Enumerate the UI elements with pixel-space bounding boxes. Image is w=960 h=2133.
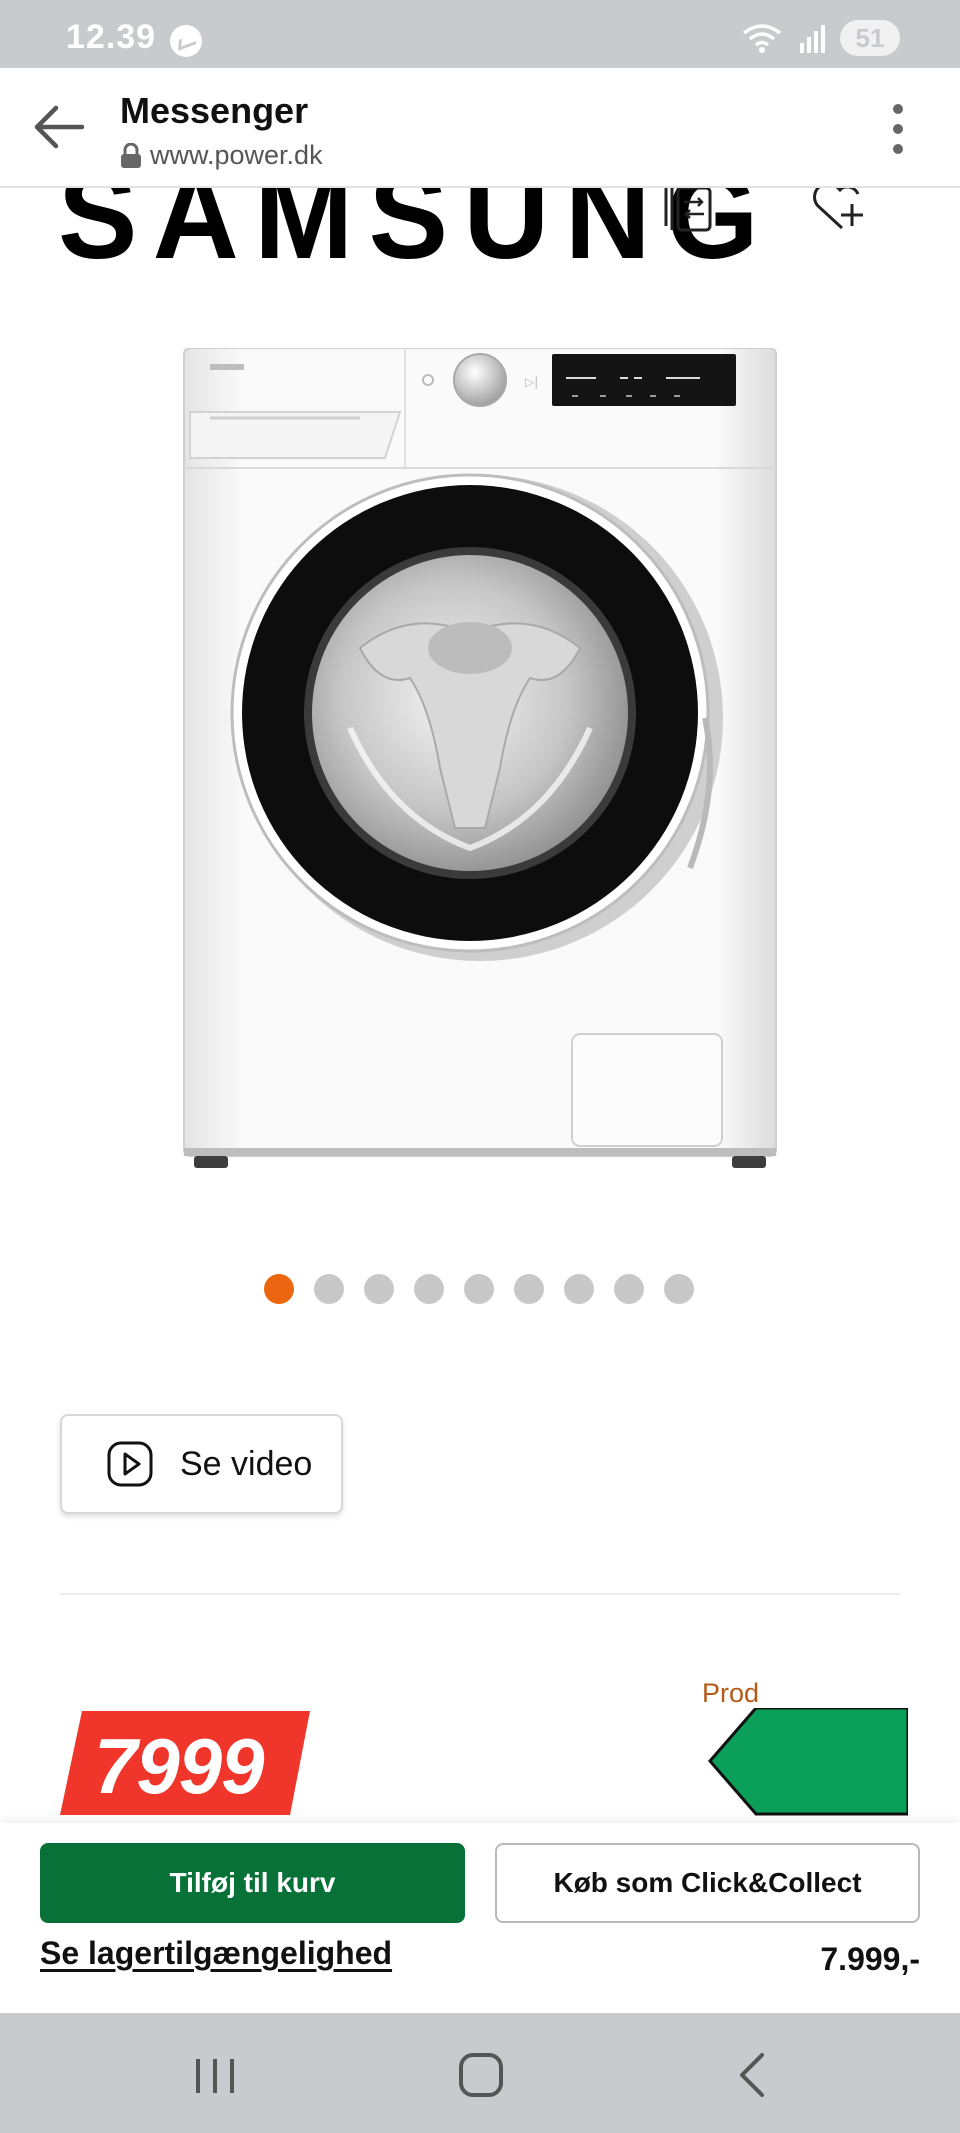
carousel-dots (264, 1274, 694, 1304)
status-time: 12.39 (66, 18, 157, 56)
see-video-button[interactable]: Se video (60, 1414, 343, 1514)
home-icon[interactable] (459, 2053, 503, 2097)
svg-text:▷|: ▷| (525, 375, 538, 389)
compare-icon[interactable] (662, 188, 718, 242)
carousel-dot[interactable] (614, 1274, 644, 1304)
back-arrow-icon[interactable] (30, 98, 88, 156)
messenger-notification-icon (170, 25, 202, 57)
signal-icon (800, 25, 825, 53)
see-video-label: Se video (180, 1444, 313, 1483)
url-row: www.power.dk (120, 140, 323, 171)
purchase-bar: Tilføj til kurv Køb som Click&Collect Se… (0, 1823, 960, 2013)
add-to-cart-button[interactable]: Tilføj til kurv (40, 1843, 465, 1923)
browser-title: Messenger (120, 90, 309, 131)
screen: 12.39 51 Messenger www.power.dk SAMSUNG … (0, 0, 960, 2133)
carousel-dot[interactable] (314, 1274, 344, 1304)
carousel-dot[interactable] (464, 1274, 494, 1304)
lock-icon (121, 142, 141, 168)
carousel-dot[interactable] (564, 1274, 594, 1304)
add-to-wishlist-icon[interactable] (808, 188, 870, 234)
price-badge: 7999 (60, 1711, 310, 1815)
click-collect-button[interactable]: Køb som Click&Collect (495, 1843, 920, 1923)
carousel-dot[interactable] (264, 1274, 294, 1304)
product-price: 7.999,- (820, 1941, 920, 1977)
carousel-dot[interactable] (364, 1274, 394, 1304)
url-text: www.power.dk (150, 140, 323, 170)
stock-availability-link[interactable]: Se lagertilgængelighed (40, 1935, 392, 1972)
more-options-icon[interactable] (892, 104, 904, 154)
system-nav-bar (0, 2013, 960, 2133)
play-icon (107, 1441, 153, 1487)
system-back-icon[interactable] (734, 2051, 768, 2099)
wifi-icon (742, 24, 782, 53)
status-bar: 12.39 51 (0, 0, 960, 68)
product-image[interactable]: ▷| (180, 348, 780, 1168)
carousel-dot[interactable] (414, 1274, 444, 1304)
carousel-dot[interactable] (664, 1274, 694, 1304)
status-icons: 51 (740, 20, 900, 56)
recent-apps-icon[interactable] (194, 2057, 236, 2095)
battery-indicator: 51 (840, 20, 900, 56)
price-badge-value: 7999 (94, 1722, 265, 1810)
product-page: SAMSUNG ▷| Se video 7999 Prod (0, 188, 960, 1823)
divider (60, 1593, 900, 1595)
browser-header: Messenger www.power.dk (0, 68, 960, 188)
carousel-dot[interactable] (514, 1274, 544, 1304)
energy-class-arrow[interactable] (708, 1708, 908, 1818)
energy-label-link[interactable]: Prod (702, 1678, 759, 1709)
